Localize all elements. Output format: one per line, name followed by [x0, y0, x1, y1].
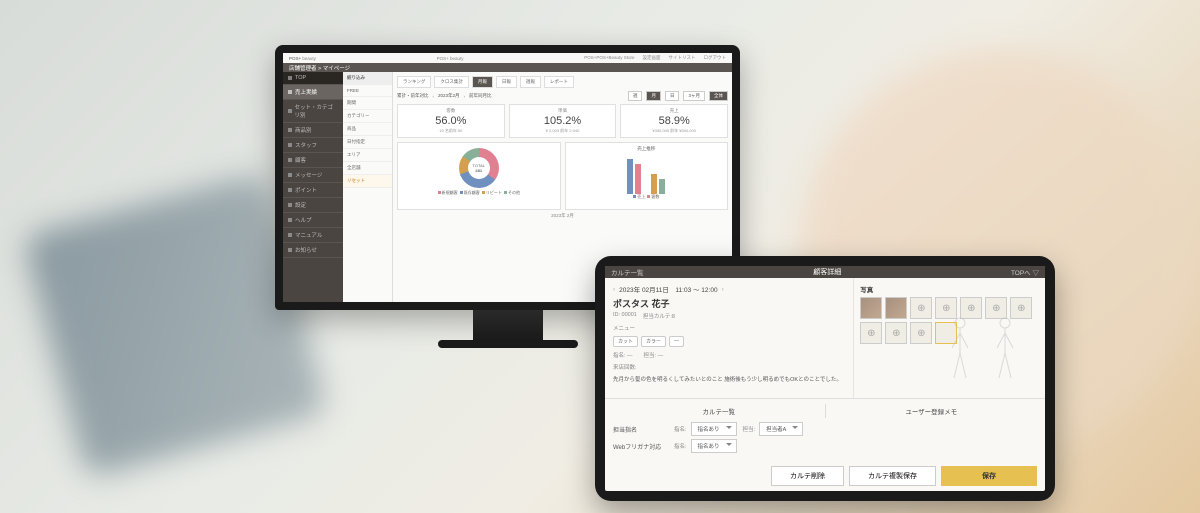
sidebar-item[interactable]: TOP: [283, 72, 343, 85]
assignment-row: Webフリガナ対応 指名:指名あり: [613, 439, 1037, 453]
photo-thumb[interactable]: [860, 297, 882, 319]
copy-button[interactable]: カルテ複製保存: [849, 466, 936, 486]
bar-chart: 売上推移 売上 客数: [565, 142, 729, 210]
tablet-device: カルテ一覧 顧客詳細 TOPへ ▽ ‹ 2023年 02月11日 11:03 ～…: [595, 256, 1055, 501]
back-link[interactable]: カルテ一覧: [611, 267, 644, 277]
donut-chart: TOTAL281 新規顧客 既存顧客 リピート その他: [397, 142, 561, 210]
delete-button[interactable]: カルテ削除: [771, 466, 844, 486]
body-diagram-icon: [935, 313, 1035, 398]
date-controls: 累計・前年対比 ‹ 2023年2月 › 前年同月比 週 月 日 3ヶ月 全体: [397, 91, 728, 101]
range-btn[interactable]: 3ヶ月: [683, 91, 705, 101]
menu-tag[interactable]: カット: [613, 336, 638, 347]
photo-section-header: 写真: [860, 284, 1039, 294]
sidebar-item[interactable]: セット・カテゴリ別: [283, 100, 343, 123]
top-link[interactable]: 設定画面: [642, 55, 660, 61]
menu-tag[interactable]: カラー: [641, 336, 666, 347]
top-link[interactable]: POS+POS+Beauty Store: [584, 55, 634, 61]
filter-header: 絞り込み: [343, 72, 392, 85]
customer-name: ポスタス 花子: [613, 297, 845, 310]
select-field[interactable]: 指名あり: [691, 439, 737, 453]
prev-icon[interactable]: ‹: [433, 94, 435, 99]
sidebar-item[interactable]: お知らせ: [283, 243, 343, 258]
save-button[interactable]: 保存: [941, 466, 1037, 486]
date-range: ‹ 2023年 02月11日 11:03 ～ 12:00 ›: [613, 284, 845, 294]
sidebar-item[interactable]: マニュアル: [283, 228, 343, 243]
menu-tag[interactable]: —: [669, 336, 684, 347]
monitor-topbar: POS+ beauty POS+ beauty POS+POS+Beauty S…: [283, 53, 732, 63]
range-btn[interactable]: 週: [628, 91, 643, 101]
photo-add[interactable]: ⊕: [910, 322, 932, 344]
select-field[interactable]: 担当者A: [759, 422, 803, 436]
tab[interactable]: ランキング: [397, 76, 431, 88]
top-link[interactable]: サイトリスト: [668, 55, 695, 61]
lower-tab[interactable]: ユーザー登録メモ: [826, 404, 1038, 418]
filter-row[interactable]: 全店舗: [343, 162, 392, 175]
sidebar-item[interactable]: 顧客: [283, 153, 343, 168]
customer-note: 先月から髪の色を明るくしてみたいとのこと 施術後もう少し明るめでもOKとのことで…: [613, 377, 845, 385]
assignment-row: 担当指名 指名:指名あり 担当:担当者A: [613, 422, 1037, 436]
tab[interactable]: 月報: [472, 76, 493, 88]
breadcrumb: 店舗管理者 > マイページ: [283, 63, 732, 72]
top-center: POS+ beauty: [437, 56, 464, 61]
filter-row[interactable]: FREE: [343, 85, 392, 97]
filter-row[interactable]: 期間: [343, 97, 392, 110]
photo-add[interactable]: ⊕: [860, 322, 882, 344]
filter-panel: 絞り込み FREE 期間 カテゴリー 商品 日付指定 エリア 全店舗 リセット: [343, 72, 393, 302]
photo-add[interactable]: ⊕: [910, 297, 932, 319]
filter-reset[interactable]: リセット: [343, 175, 392, 188]
kpi-card: 客数 56.0% 15 名前年 50: [397, 104, 505, 138]
kpi-value: 58.9%: [624, 115, 724, 127]
brand-logo: POS+ beauty: [289, 56, 316, 61]
filter-row[interactable]: 日付指定: [343, 136, 392, 149]
footer-date: 2023年 2月: [397, 213, 728, 219]
filter-row[interactable]: 商品: [343, 123, 392, 136]
page-title: 顧客詳細: [813, 267, 841, 277]
sidebar-item[interactable]: ヘルプ: [283, 213, 343, 228]
tablet-topbar: カルテ一覧 顧客詳細 TOPへ ▽: [605, 266, 1045, 278]
prev-icon[interactable]: ‹: [613, 286, 615, 293]
top-link[interactable]: ログアウト: [703, 55, 726, 61]
sidebar-item[interactable]: 商品別: [283, 123, 343, 138]
sidebar-item[interactable]: スタッフ: [283, 138, 343, 153]
report-tabs: ランキング クロス集計 月報 日報 週報 レポート: [397, 76, 728, 88]
photo-thumb[interactable]: [885, 297, 907, 319]
next-icon[interactable]: ›: [464, 94, 466, 99]
sidebar: TOP 売上実績 セット・カテゴリ別 商品別 スタッフ 顧客 メッセージ ポイン…: [283, 72, 343, 302]
sidebar-item[interactable]: 売上実績: [283, 85, 343, 100]
top-menu[interactable]: TOPへ ▽: [1011, 267, 1039, 277]
tab[interactable]: 週報: [520, 76, 541, 88]
kpi-card: 単価 105.2% ¥ 2,003 前年 2,040: [509, 104, 617, 138]
sidebar-item[interactable]: メッセージ: [283, 168, 343, 183]
tab[interactable]: 日報: [496, 76, 517, 88]
sidebar-item[interactable]: 設定: [283, 198, 343, 213]
tab[interactable]: クロス集計: [434, 76, 469, 88]
kpi-value: 56.0%: [401, 115, 501, 127]
current-period: 2023年2月: [438, 93, 460, 99]
kpi-card: 売上 58.9% ¥350,000 前年 ¥590,000: [620, 104, 728, 138]
filter-row[interactable]: カテゴリー: [343, 110, 392, 123]
select-field[interactable]: 指名あり: [691, 422, 737, 436]
next-icon[interactable]: ›: [722, 286, 724, 293]
sidebar-item[interactable]: ポイント: [283, 183, 343, 198]
photo-add[interactable]: ⊕: [885, 322, 907, 344]
range-btn[interactable]: 月: [646, 91, 661, 101]
tab[interactable]: レポート: [544, 76, 574, 88]
kpi-value: 105.2%: [513, 115, 613, 127]
filter-row[interactable]: エリア: [343, 149, 392, 162]
range-btn[interactable]: 全体: [709, 91, 728, 101]
range-btn[interactable]: 日: [665, 91, 680, 101]
lower-tab[interactable]: カルテ一覧: [613, 404, 826, 418]
